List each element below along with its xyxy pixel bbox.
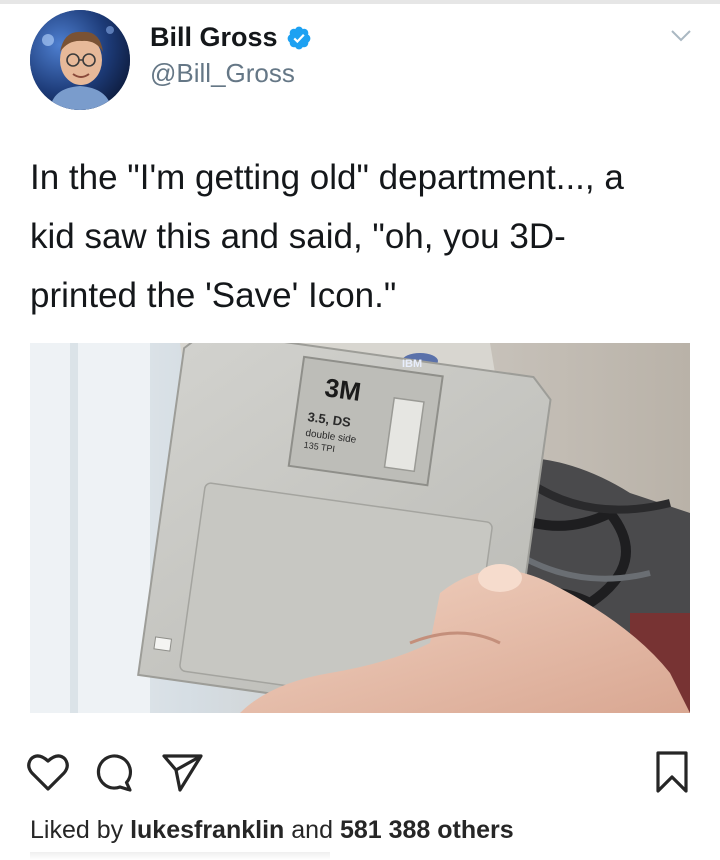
avatar-photo xyxy=(30,10,130,110)
author-handle[interactable]: @Bill_Gross xyxy=(150,58,295,89)
tweet-photo[interactable]: 3M 3.5, DS double side 135 TPI IBM xyxy=(30,343,690,713)
disk-brand: 3M xyxy=(323,372,363,407)
verified-badge-icon xyxy=(287,26,310,49)
liked-by-prefix: Liked by xyxy=(30,816,124,844)
comment-icon[interactable] xyxy=(90,748,138,796)
author-name[interactable]: Bill Gross xyxy=(150,22,278,53)
bookmark-icon[interactable] xyxy=(648,748,696,796)
tweet-line: In the "I'm getting old" department..., … xyxy=(30,158,624,197)
floppy-disk-photo: 3M 3.5, DS double side 135 TPI IBM xyxy=(30,343,690,713)
heart-icon[interactable] xyxy=(24,748,72,796)
and-text: and xyxy=(291,816,333,844)
liked-by-user[interactable]: lukesfranklin xyxy=(130,816,284,844)
tweet-line: printed the 'Save' Icon." xyxy=(30,276,397,315)
others-count[interactable]: 581 388 others xyxy=(340,816,514,844)
action-bar xyxy=(24,748,696,796)
avatar[interactable] xyxy=(30,10,130,110)
top-divider xyxy=(0,0,720,4)
tweet-text: In the "I'm getting old" department..., … xyxy=(30,148,700,325)
tweet-line: kid saw this and said, "oh, you 3D- xyxy=(30,217,566,256)
monitor-brand: IBM xyxy=(402,358,422,370)
cutoff-fade xyxy=(30,852,330,860)
chevron-down-icon[interactable] xyxy=(670,28,692,44)
send-icon[interactable] xyxy=(158,748,206,796)
likes-summary: Liked by lukesfranklin and 581 388 other… xyxy=(30,816,514,845)
author-row: Bill Gross xyxy=(150,22,312,53)
